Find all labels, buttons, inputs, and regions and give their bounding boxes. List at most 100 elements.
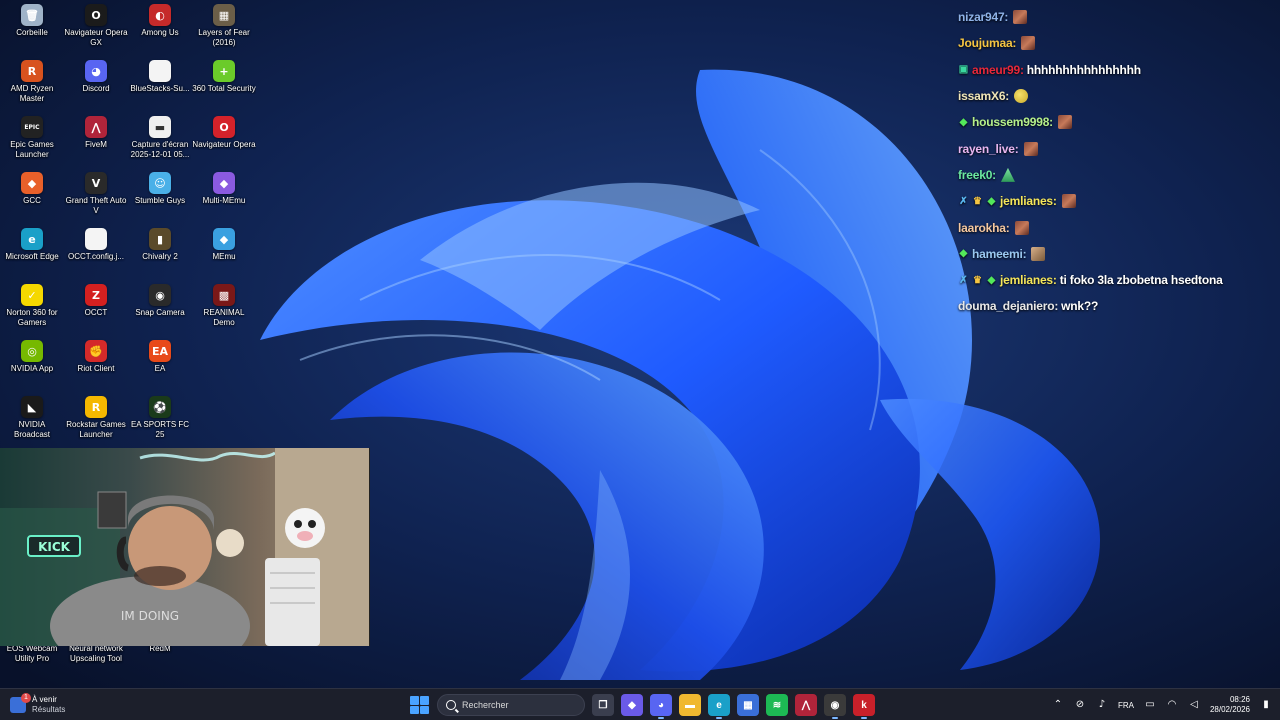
system-tray: ⌃ ⊘ ♪ FRA ▭ ◠ ◁ 08:26 28/02/2026 ▮ [1052,693,1272,717]
desktop-icon-label: NVIDIA App [10,364,54,373]
news-widget-subtitle: Résultats [32,705,66,714]
wifi-icon[interactable]: ◠ [1166,699,1178,711]
clock[interactable]: 08:26 28/02/2026 [1210,695,1250,715]
chat-username: jemlianes: [1000,194,1057,209]
reanimal-icon: ▩ [213,284,235,306]
multi-memu-icon: ◆ [213,172,235,194]
desktop-icon[interactable]: OCCT.config.j... [64,224,128,280]
desktop-icon[interactable]: ☺ Stumble Guys [128,168,192,224]
desktop-icon-label: BlueStacks-Su... [130,84,190,93]
chat-badge-icon: ▣ [958,64,969,76]
opera-icon: O [213,116,235,138]
desktop-icon[interactable]: ✊ Riot Client [64,336,128,392]
windows-logo-pane [410,696,419,705]
desktop-icon[interactable]: ◣ NVIDIA Broadcast [0,392,64,448]
chat-badge-icon: ✗ [959,274,968,286]
windows-logo-pane [420,696,429,705]
news-widget[interactable]: 1 À venir Résultats [10,693,65,717]
microphone-icon[interactable]: ♪ [1096,699,1108,711]
desktop-icon[interactable]: V Grand Theft Auto V [64,168,128,224]
desktop-icon[interactable]: ◉ Snap Camera [128,280,192,336]
obs-icon[interactable]: ◉ [824,694,846,719]
fivem-taskbar-icon[interactable]: ⋀ [795,694,817,716]
desktop-icon[interactable]: +360 Total Security [192,56,256,112]
desktop-icon[interactable]: O Navigateur Opera GX [64,0,128,56]
chat-message: issamX6: [958,83,1278,109]
chat-emote-icon [1014,220,1029,235]
epic-games-icon: EPIC [21,116,43,138]
task-view-icon[interactable]: ❐ [592,694,614,716]
chat-emote-icon [1061,194,1076,209]
notifications-icon[interactable]: ▮ [1260,699,1272,711]
screenshot-file-icon: ▬ [149,116,171,138]
stream-chat-overlay: nizar947: Joujumaa: ▣ ameur99: hhhhhhhhhhhhh… [958,4,1278,320]
chat-username: laarokha: [958,220,1010,235]
desktop-icon-label: EA SPORTS FC 25 [130,420,190,439]
chat-message: ▣ ameur99: hhhhhhhhhhhhhhhh [958,57,1278,83]
desktop-icon-label: Rockstar Games Launcher [66,420,126,439]
microsoft-store-icon[interactable]: ▦ [737,694,759,716]
copilot-icon[interactable]: ◆ [621,694,643,716]
desktop-icon[interactable]: EA EA [128,336,192,392]
360-total-security-icon: + [213,60,235,82]
snap-camera-icon: ◉ [149,284,171,306]
network-muted-icon[interactable]: ⊘ [1074,699,1086,711]
desktop-icon[interactable]: e Microsoft Edge [0,224,64,280]
desktop-icon[interactable]: ✓ Norton 360 for Gamers [0,280,64,336]
desktop-icon-label: EA [154,364,166,373]
desktop-icon[interactable]: Z OCCT [64,280,128,336]
discord-taskbar-icon[interactable]: ◕ [650,694,672,719]
desktop-icon-label: Norton 360 for Gamers [6,308,58,327]
layers-of-fear-icon: ▦ [213,4,235,26]
desktop-icon[interactable]: ⋀ FiveM [64,112,128,168]
among-us-icon: ◐ [149,4,171,26]
search-icon [446,700,456,710]
desktop-icon-label: Epic Games Launcher [10,140,54,159]
desktop-icon[interactable]: 🗑 Corbeille [0,0,64,56]
desktop-icon-label: Snap Camera [135,308,185,317]
desktop-icon[interactable]: ◕ Discord [64,56,128,112]
chat-username: freek0: [958,167,996,182]
desktop-icon[interactable]: EPIC Epic Games Launcher [0,112,64,168]
desktop-icon-label: OCCT.config.j... [67,252,124,261]
chat-text: wnk?? [1061,299,1099,314]
chat-badge-icon: ◆ [959,248,968,260]
chat-username: Joujumaa: [958,36,1017,51]
desktop-icon[interactable]: ▩ REANIMAL Demo [192,280,256,336]
desktop-icon[interactable]: ◎ NVIDIA App [0,336,64,392]
chat-message: Joujumaa: [958,30,1278,56]
desktop-icon[interactable]: ◆ Multi-MEmu [192,168,256,224]
desktop-icon[interactable]: ▦ Layers of Fear (2016) [192,0,256,56]
taskbar-search[interactable] [437,694,585,716]
file-explorer-icon[interactable]: ▬ [679,694,701,716]
desktop-icon-label: EOS Webcam Utility Pro [6,644,58,663]
desktop-icon[interactable]: ◆ GCC [0,168,64,224]
desktop-icon-label: FiveM [85,140,107,149]
desktop-icon[interactable]: R Rockstar Games Launcher [64,392,128,448]
chat-badge-icon: ♛ [973,195,982,207]
spotify-icon[interactable]: ≋ [766,694,788,716]
edge-taskbar-icon[interactable]: e [708,694,730,719]
empty-grid-cell [192,336,256,392]
windows-logo-pane [420,705,429,714]
kick-icon[interactable]: k [853,694,875,719]
desktop-icon[interactable]: ◐ Among Us [128,0,192,56]
chat-badge-icon: ◆ [959,116,968,128]
desktop-icon[interactable]: BlueStacks-Su... [128,56,192,112]
desktop-icon-grid: 🗑 Corbeille O Navigateur Opera GX ◐ Among Us ▦… [0,0,256,448]
desktop-icon[interactable]: ▮ Chivalry 2 [128,224,192,280]
desktop-icon[interactable]: O Navigateur Opera [192,112,256,168]
desktop-icon[interactable]: ◆ MEmu [192,224,256,280]
chat-emote-icon [1057,115,1072,130]
monitor-icon[interactable]: ▭ [1144,699,1156,711]
desktop-icon[interactable]: R AMD Ryzen Master [0,56,64,112]
search-input[interactable] [462,700,572,710]
volume-icon[interactable]: ◁ [1188,699,1200,711]
desktop-icon[interactable]: ▬ Capture d'écran 2025-12-01 05... [128,112,192,168]
desktop-icon-label: Riot Client [77,364,115,373]
chevron-up-icon[interactable]: ⌃ [1052,699,1064,711]
desktop-icon-label: Navigateur Opera [192,140,256,149]
desktop-icon[interactable]: ⚽ EA SPORTS FC 25 [128,392,192,448]
start-button[interactable] [408,694,430,716]
input-language[interactable]: FRA [1118,701,1134,710]
